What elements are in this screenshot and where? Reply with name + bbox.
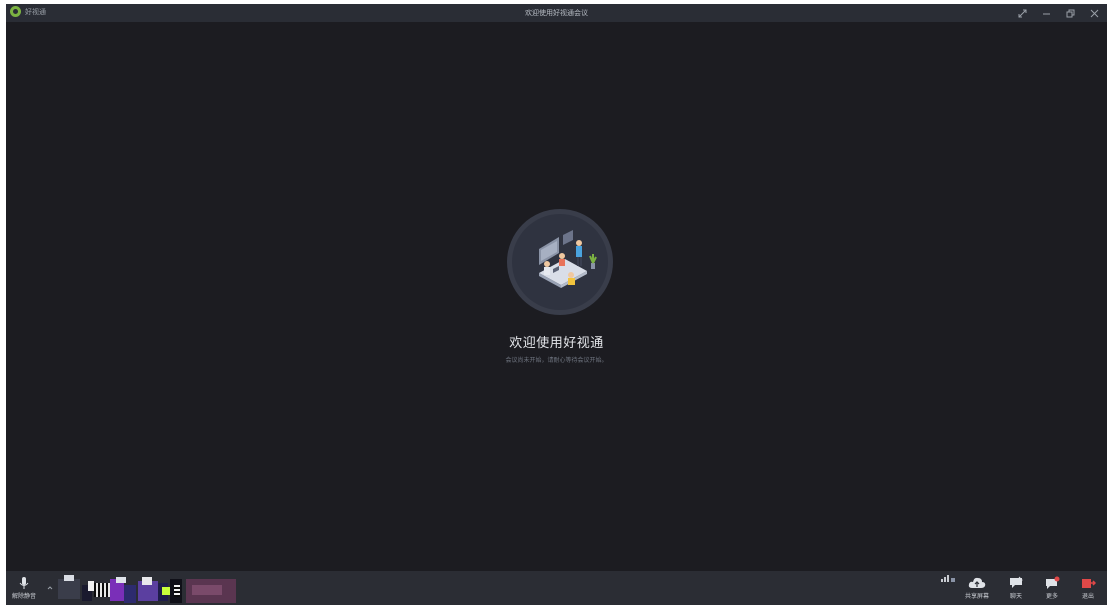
welcome-title: 欢迎使用好视通 <box>509 335 604 350</box>
welcome-subtitle: 会议尚未开始，请耐心等待会议开始。 <box>505 358 608 364</box>
audio-options-button[interactable] <box>44 571 56 605</box>
share-screen-icon <box>968 577 986 588</box>
window-controls <box>1015 5 1101 21</box>
chat-icon <box>1010 576 1023 588</box>
exit-button[interactable]: 退出 <box>1076 571 1100 605</box>
network-signal-icon <box>941 575 955 582</box>
unmute-label: 解除静音 <box>11 594 36 600</box>
toolbar-glitch-region <box>58 573 236 605</box>
close-icon[interactable] <box>1087 5 1101 21</box>
exit-icon <box>1082 579 1096 588</box>
chat-button[interactable]: 聊天 <box>1004 571 1028 605</box>
chat-label: 聊天 <box>1009 594 1022 600</box>
window-title: 欢迎使用好视通会议 <box>525 10 588 17</box>
meeting-stage: 欢迎使用好视通 会议尚未开始，请耐心等待会议开始。 <box>6 22 1107 571</box>
expand-icon[interactable] <box>1015 5 1029 21</box>
minimize-icon[interactable] <box>1039 5 1053 21</box>
bottom-toolbar: 解除静音 共享屏幕 聊天 更多 退出 <box>6 571 1107 605</box>
microphone-icon <box>19 577 29 589</box>
unmute-button[interactable]: 解除静音 <box>8 571 40 605</box>
more-icon <box>1046 576 1060 589</box>
title-bar[interactable]: 好视通 欢迎使用好视通会议 <box>6 4 1107 22</box>
chevron-up-icon <box>47 586 53 590</box>
share-screen-label: 共享屏幕 <box>964 594 989 600</box>
share-screen-button[interactable]: 共享屏幕 <box>963 571 991 605</box>
restore-icon[interactable] <box>1063 5 1077 21</box>
exit-label: 退出 <box>1081 594 1094 600</box>
more-label: 更多 <box>1045 594 1058 600</box>
toolbar-left: 解除静音 <box>6 571 236 605</box>
meeting-window: 好视通 欢迎使用好视通会议 欢迎使用好视通 会议尚未开始，请耐心等待会议开始。 … <box>6 4 1107 605</box>
more-button[interactable]: 更多 <box>1040 571 1064 605</box>
welcome-illustration <box>507 209 613 315</box>
